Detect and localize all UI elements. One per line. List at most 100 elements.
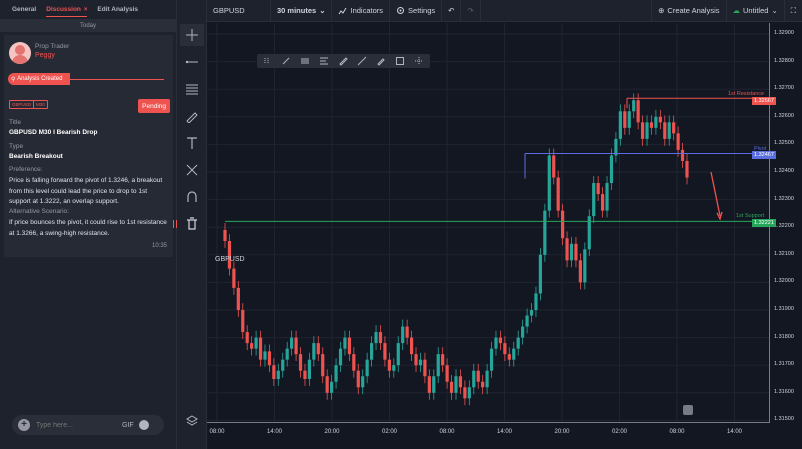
- candle: [458, 376, 463, 388]
- analysis-panel: General Discussion × Edit Analysis Today …: [0, 0, 177, 449]
- trend-line-icon[interactable]: [357, 56, 367, 66]
- avatar: [9, 42, 31, 64]
- message-input[interactable]: [36, 421, 116, 429]
- tab-discussion-label: Discussion: [46, 6, 81, 13]
- user-name[interactable]: Peggy: [35, 52, 55, 59]
- candle: [534, 293, 538, 310]
- emoji-icon[interactable]: [138, 420, 149, 430]
- candle: [529, 310, 534, 316]
- trash-icon[interactable]: [180, 213, 204, 235]
- candle: [467, 387, 471, 399]
- candle: [498, 337, 503, 344]
- candle: [294, 337, 298, 355]
- indicators-button[interactable]: Indicators: [332, 0, 391, 22]
- tab-discussion[interactable]: Discussion ×: [46, 6, 88, 17]
- pattern-icon[interactable]: [180, 159, 204, 181]
- gif-button[interactable]: GIF: [122, 422, 134, 429]
- time-tick-label: 20:00: [554, 429, 570, 435]
- indicators-label: Indicators: [350, 6, 384, 15]
- candle: [401, 326, 405, 344]
- candle: [285, 348, 289, 360]
- indicators-icon: [339, 7, 347, 15]
- date-separator: Today: [0, 20, 176, 32]
- candle: [569, 243, 574, 261]
- crosshair-tool-icon[interactable]: [414, 56, 424, 66]
- candle: [405, 326, 409, 338]
- candle: [307, 359, 312, 379]
- time-tick-label: 14:00: [496, 429, 513, 435]
- candle: [427, 376, 431, 393]
- candle: [507, 354, 511, 360]
- lightbulb-icon[interactable]: [683, 405, 693, 415]
- redo-button[interactable]: ↷: [461, 0, 481, 22]
- horizontal-line-icon[interactable]: [180, 51, 204, 73]
- fullscreen-button[interactable]: ⛶: [785, 0, 802, 22]
- redo-icon: ↷: [467, 6, 474, 15]
- status-badge: Pending: [138, 99, 170, 113]
- lines-icon[interactable]: [300, 56, 310, 66]
- crosshair-icon[interactable]: [180, 24, 204, 46]
- candle: [676, 133, 680, 150]
- tab-edit-analysis[interactable]: Edit Analysis: [97, 6, 138, 13]
- candle: [245, 332, 249, 344]
- pen-icon[interactable]: [281, 56, 291, 66]
- fib-tool-icon[interactable]: [319, 56, 329, 66]
- candle: [241, 310, 245, 333]
- candle: [312, 343, 316, 360]
- candle: [281, 359, 285, 371]
- interval-selector[interactable]: 30 minutes ⌄: [271, 0, 333, 22]
- candle: [485, 370, 489, 388]
- brush-tool-icon[interactable]: [338, 56, 348, 66]
- layout-selector[interactable]: ☁ Untitled ⌄: [727, 0, 785, 22]
- candle: [609, 155, 614, 184]
- symbol-selector[interactable]: GBPUSD: [207, 0, 271, 22]
- time-axis[interactable]: 08:00 14:00 20:00 02:00 08:00 14:00 20:00 02:00…: [207, 422, 769, 449]
- candle: [556, 177, 560, 211]
- candle: [330, 381, 334, 393]
- fib-icon[interactable]: [180, 78, 204, 100]
- rectangle-icon[interactable]: [395, 56, 405, 66]
- pencil-icon[interactable]: [376, 56, 386, 66]
- magnet-icon[interactable]: [180, 186, 204, 208]
- candle: [236, 287, 240, 310]
- candle: [623, 111, 627, 128]
- layout-label: Untitled: [743, 6, 769, 15]
- candle: [667, 122, 671, 139]
- close-icon[interactable]: ×: [84, 7, 88, 13]
- user-role: Prop Trader: [35, 43, 70, 50]
- candle: [321, 354, 325, 377]
- gear-icon: [397, 7, 405, 14]
- text-icon[interactable]: [180, 132, 204, 154]
- candle: [250, 343, 254, 349]
- candle: [543, 210, 547, 255]
- time-tick-label: 14:00: [266, 429, 283, 435]
- drag-handle-icon[interactable]: [262, 56, 272, 66]
- chart-canvas[interactable]: [207, 23, 769, 422]
- candle: [454, 376, 458, 393]
- create-analysis-button[interactable]: ⊕ Create Analysis: [651, 0, 727, 22]
- alternative-label: Alternative Scenario:: [9, 208, 69, 215]
- price-tick-label: 1.32800: [774, 57, 794, 64]
- candle: [369, 343, 374, 360]
- price-tick-label: 1.31800: [774, 333, 794, 340]
- price-tick-label: 1.32700: [774, 85, 794, 92]
- candle: [627, 111, 631, 128]
- add-icon[interactable]: +: [18, 419, 30, 431]
- message-time: 10:35: [151, 243, 167, 249]
- candle: [378, 332, 383, 344]
- symbol-label: GBPUSD: [213, 6, 245, 15]
- candle: [361, 376, 365, 388]
- candle: [338, 348, 343, 366]
- undo-button[interactable]: ↶: [442, 0, 462, 22]
- price-chart[interactable]: GBPUSD 1.32900 1.32800 1.32700 1.32600 1.325…: [207, 23, 802, 449]
- symbol-chip: GBPUSD: [9, 100, 35, 109]
- candle: [449, 381, 454, 393]
- candle: [365, 359, 369, 377]
- brush-icon[interactable]: [180, 105, 204, 127]
- layers-icon[interactable]: [180, 410, 204, 432]
- tab-general[interactable]: General: [12, 6, 36, 13]
- title-value: GBPUSD M30 I Bearish Drop: [9, 129, 98, 136]
- price-tick-label: 1.32300: [774, 195, 794, 202]
- candle: [267, 351, 272, 366]
- settings-button[interactable]: Settings: [390, 0, 443, 22]
